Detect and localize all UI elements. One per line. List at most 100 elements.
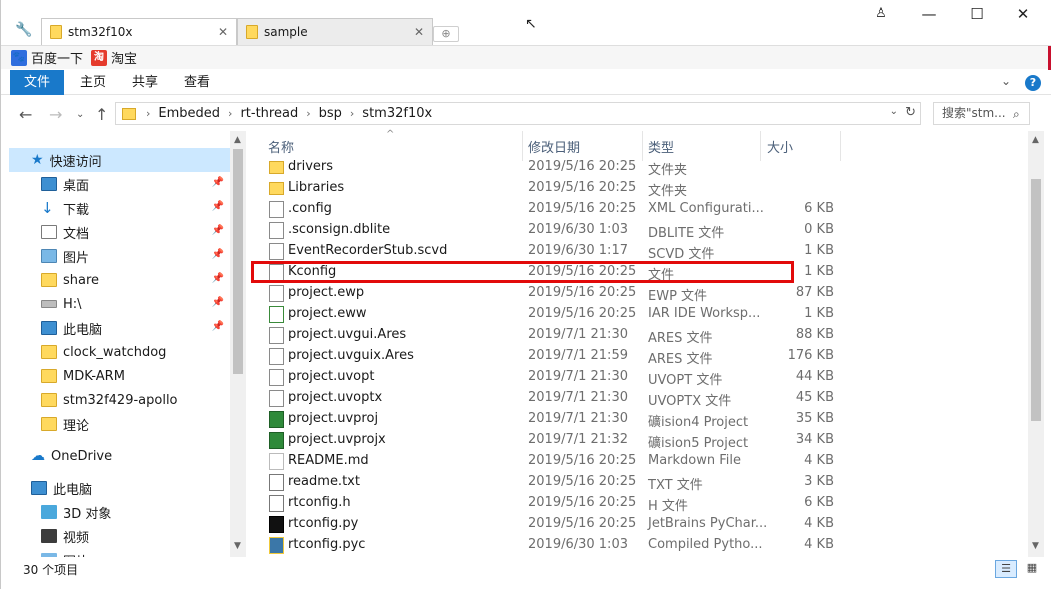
column-header-date[interactable]: 修改日期 [528,137,580,156]
expand-ribbon-icon[interactable]: ⌄ [1001,74,1011,88]
large-icons-view-button[interactable]: ▦ [1021,560,1043,578]
file-row[interactable]: rtconfig.h 2019/5/16 20:25 H 文件 6 KB [254,493,834,514]
column-header-name[interactable]: 名称 [268,137,294,156]
tab-view[interactable]: 查看 [177,70,217,95]
tab-file[interactable]: 文件 [10,70,64,95]
file-icon [269,390,284,407]
column-divider[interactable] [840,131,841,161]
file-row[interactable]: project.uvproj 2019/7/1 21:30 礦ision4 Proj… [254,409,834,430]
pin-icon[interactable]: 📌 [212,297,224,308]
file-size: 45 KB [795,390,834,405]
new-tab-button[interactable]: ⊕ [433,26,459,42]
column-header-type[interactable]: 类型 [648,137,674,156]
file-size: 1 KB [804,306,834,321]
recent-locations-icon[interactable]: ⌄ [76,109,84,120]
column-header-size[interactable]: 大小 [767,137,793,156]
scroll-up-icon[interactable]: ▲ [1032,135,1039,145]
bookmark-label: 百度一下 [31,52,84,67]
iar-workspace-icon [269,306,284,323]
nav-label: 图片 [63,250,90,266]
pin-icon[interactable]: 📌 [212,225,224,236]
tab-sample[interactable]: sample ✕ [237,18,433,45]
pin-icon[interactable]: 📌 [212,321,224,332]
minimize-button[interactable]: — [919,4,939,24]
breadcrumb-rt-thread[interactable]: rt-thread [240,106,298,121]
file-name: rtconfig.h [288,495,351,510]
nav-item[interactable]: 桌面 📌 [1,172,230,196]
user-icon[interactable]: ♙ [871,4,891,24]
scroll-up-icon[interactable]: ▲ [234,135,241,145]
nav-item[interactable]: ↓ 下载 📌 [1,196,230,220]
file-row[interactable]: project.uvgui.Ares 2019/7/1 21:30 ARES 文件 8… [254,325,834,346]
pin-icon[interactable]: 📌 [212,201,224,212]
file-list-scrollbar[interactable]: ▲ ▼ [1028,131,1044,557]
file-row[interactable]: README.md 2019/5/16 20:25 Markdown File 4 K… [254,451,834,472]
file-row[interactable]: rtconfig.pyc 2019/6/30 1:03 Compiled Pytho… [254,535,834,556]
bookmark-taobao[interactable]: 淘 淘宝 [91,48,137,67]
breadcrumb-embeded[interactable]: Embeded [158,106,220,121]
nav-scrollbar[interactable]: ▲ ▼ [230,131,246,557]
scroll-down-icon[interactable]: ▼ [1032,541,1039,551]
address-bar[interactable]: › Embeded › rt-thread › bsp › stm32f10x … [115,102,921,125]
nav-scroll-thumb[interactable] [233,149,243,374]
close-window-button[interactable]: ✕ [1013,4,1033,24]
file-date: 2019/7/1 21:59 [528,348,628,363]
file-row[interactable]: project.ewp 2019/5/16 20:25 EWP 文件 87 KB [254,283,834,304]
back-button[interactable]: ← [19,105,32,124]
nav-quick-access[interactable]: ★ 快速访问 [9,148,230,172]
nav-item[interactable]: 图片 📌 [1,244,230,268]
nav-item[interactable]: stm32f429-apollo [1,388,230,412]
file-type: EWP 文件 [648,289,708,304]
scroll-down-icon[interactable]: ▼ [234,541,241,551]
file-row[interactable]: rtconfig.py 2019/5/16 20:25 JetBrains PyCh… [254,514,834,535]
item-count: 30 个项目 [23,563,79,577]
details-view-button[interactable]: ☰ [995,560,1017,578]
nav-item[interactable]: 理论 [1,412,230,436]
pin-icon[interactable]: 📌 [212,249,224,260]
nav-3d-objects[interactable]: 3D 对象 [1,500,230,524]
refresh-icon[interactable]: ↻ [905,105,916,120]
nav-pictures-pc[interactable]: 图片 [1,548,230,557]
breadcrumb-stm32f10x[interactable]: stm32f10x [362,106,432,121]
explorer-window: 🔧 stm32f10x ✕ sample ✕ ⊕ ↖ ♙ — ☐ ✕ 🐾 百度一… [0,0,1051,589]
file-row[interactable]: project.uvoptx 2019/7/1 21:30 UVOPTX 文件 45 … [254,388,834,409]
file-row[interactable]: readme.txt 2019/5/16 20:25 TXT 文件 3 KB [254,472,834,493]
nav-item[interactable]: share 📌 [1,268,230,292]
file-row[interactable]: project.eww 2019/5/16 20:25 IAR IDE Worksp… [254,304,834,325]
nav-item[interactable]: clock_watchdog [1,340,230,364]
kconfig-highlight-box [251,261,794,283]
nav-item[interactable]: MDK-ARM [1,364,230,388]
breadcrumb-bsp[interactable]: bsp [319,106,342,121]
close-tab-icon[interactable]: ✕ [414,25,424,39]
tab-share[interactable]: 共享 [125,70,165,95]
wrench-icon[interactable]: 🔧 [15,22,32,38]
file-name: project.ewp [288,285,365,300]
nav-onedrive[interactable]: ☁ OneDrive [1,444,230,468]
file-row[interactable]: project.uvprojx 2019/7/1 21:32 礦ision5 Pro… [254,430,834,451]
file-row[interactable]: Libraries 2019/5/16 20:25 文件夹 [254,178,834,199]
list-scroll-thumb[interactable] [1031,179,1041,421]
file-row[interactable]: .sconsign.dblite 2019/6/30 1:03 DBLITE 文件 0… [254,220,834,241]
file-row[interactable]: project.uvguix.Ares 2019/7/1 21:59 ARES 文件… [254,346,834,367]
tab-home[interactable]: 主页 [73,70,113,95]
nav-item[interactable]: 文档 📌 [1,220,230,244]
nav-item[interactable]: H:\ 📌 [1,292,230,316]
close-tab-icon[interactable]: ✕ [218,25,228,39]
maximize-button[interactable]: ☐ [967,4,987,24]
file-row[interactable]: drivers 2019/5/16 20:25 文件夹 [254,157,834,178]
file-row[interactable]: project.uvopt 2019/7/1 21:30 UVOPT 文件 44 KB [254,367,834,388]
bookmark-baidu[interactable]: 🐾 百度一下 [11,48,83,67]
nav-video[interactable]: 视频 [1,524,230,548]
pin-icon[interactable]: 📌 [212,273,224,284]
nav-label: 视频 [63,530,90,546]
file-row[interactable]: .config 2019/5/16 20:25 XML Configurati...… [254,199,834,220]
nav-this-pc[interactable]: 此电脑 [1,476,230,500]
file-row[interactable]: EventRecorderStub.scvd 2019/6/30 1:17 SCVD… [254,241,834,262]
forward-button[interactable]: → [49,105,62,124]
address-dropdown-icon[interactable]: ⌄ [890,106,898,117]
pin-icon[interactable]: 📌 [212,177,224,188]
tab-stm32f10x[interactable]: stm32f10x ✕ [41,18,237,45]
nav-item[interactable]: 此电脑 📌 [1,316,230,340]
help-icon[interactable]: ? [1025,75,1041,91]
up-button[interactable]: ↑ [95,105,108,124]
